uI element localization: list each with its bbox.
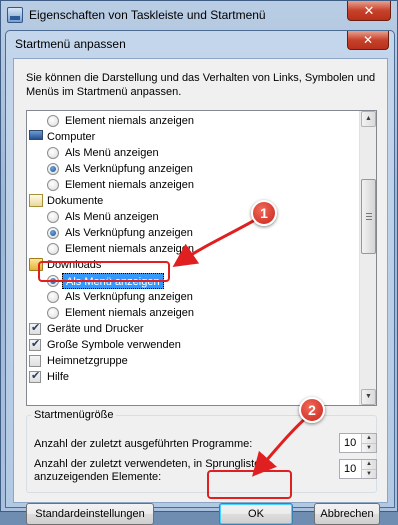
arrow-to-downloads-menu [172,214,263,268]
annotation-badge-1: 1 [251,200,277,226]
annotation-badge-2: 2 [299,397,325,423]
arrow-to-ok-button [252,414,309,477]
annotation-arrows [172,214,309,477]
